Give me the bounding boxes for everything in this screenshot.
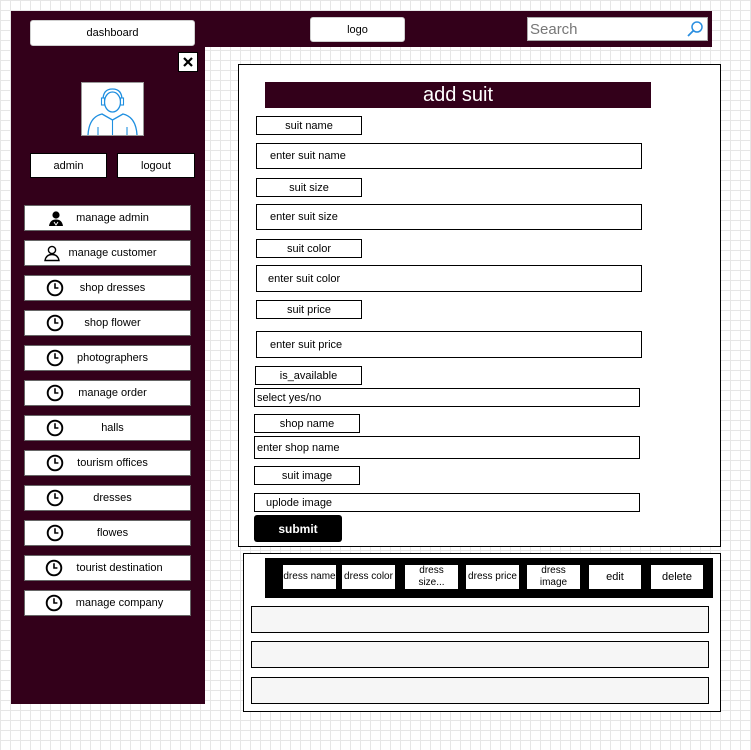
- user-icon: [44, 245, 60, 262]
- sidebar-item-halls[interactable]: halls: [24, 415, 191, 441]
- dashboard-button[interactable]: dashboard: [30, 20, 195, 46]
- suit-size-field[interactable]: enter suit size: [256, 204, 642, 230]
- clock-icon: [46, 489, 64, 507]
- suit-color-label: suit color: [256, 239, 362, 258]
- sidebar-item-manage-admin[interactable]: manage admin: [24, 205, 191, 231]
- submit-button[interactable]: submit: [254, 515, 342, 542]
- clock-icon: [46, 384, 64, 402]
- column-header-dress-size: dress size...: [405, 565, 458, 589]
- sidebar-item-label: manage customer: [68, 247, 157, 259]
- column-header-dress-color: dress color: [342, 565, 395, 589]
- clock-icon: [46, 524, 64, 542]
- column-header-delete: delete: [651, 565, 703, 589]
- suit-price-field[interactable]: enter suit price: [256, 331, 642, 358]
- sidebar-item-photographers[interactable]: photographers: [24, 345, 191, 371]
- clock-icon: [46, 349, 64, 367]
- suit-size-label: suit size: [256, 178, 362, 197]
- clock-icon: [45, 559, 63, 577]
- user-avatar-icon: [82, 83, 143, 136]
- user-icon: [49, 211, 63, 226]
- suit-color-field[interactable]: enter suit color: [256, 265, 642, 292]
- shop-name-label: shop name: [254, 414, 360, 433]
- is-available-select[interactable]: select yes/no: [254, 388, 640, 407]
- suit-price-label: suit price: [256, 300, 362, 319]
- shop-name-field[interactable]: enter shop name: [254, 436, 640, 459]
- suit-image-label: suit image: [254, 466, 360, 485]
- sidebar-item-label: manage order: [78, 387, 147, 399]
- avatar: [81, 82, 144, 136]
- sidebar-item-manage-customer[interactable]: manage customer: [24, 240, 191, 266]
- table-row[interactable]: [251, 641, 709, 668]
- sidebar-item-label: tourism offices: [77, 457, 148, 469]
- suit-name-label: suit name: [256, 116, 362, 135]
- sidebar-item-label: manage company: [75, 597, 164, 609]
- clock-icon: [46, 454, 64, 472]
- sidebar-item-shop-flower[interactable]: shop flower: [24, 310, 191, 336]
- search-icon[interactable]: [686, 20, 704, 38]
- clock-icon: [46, 314, 64, 332]
- sidebar-item-label: halls: [101, 422, 124, 434]
- column-header-dress-image: dress image: [527, 565, 580, 589]
- sidebar-item-flowes[interactable]: flowes: [24, 520, 191, 546]
- sidebar-item-tourist-destination[interactable]: tourist destination: [24, 555, 191, 581]
- form-title: add suit: [265, 82, 651, 108]
- sidebar-item-label: shop dresses: [79, 282, 146, 294]
- search-box: [527, 17, 708, 41]
- column-header-dress-price: dress price: [466, 565, 519, 589]
- sidebar-item-manage-company[interactable]: manage company: [24, 590, 191, 616]
- clock-icon: [46, 279, 64, 297]
- column-header-edit: edit: [589, 565, 641, 589]
- column-header-dress-name: dress name: [283, 565, 336, 589]
- admin-button[interactable]: admin: [30, 153, 107, 178]
- sidebar-item-tourism-offices[interactable]: tourism offices: [24, 450, 191, 476]
- upload-image-field[interactable]: uplode image: [254, 493, 640, 512]
- clock-icon: [45, 594, 63, 612]
- clock-icon: [46, 419, 64, 437]
- logout-button[interactable]: logout: [117, 153, 195, 178]
- sidebar-item-label: tourist destination: [76, 562, 163, 574]
- sidebar-item-label: dresses: [93, 492, 132, 504]
- table-row[interactable]: [251, 677, 709, 704]
- search-input[interactable]: [530, 19, 686, 39]
- sidebar-item-label: flowes: [96, 527, 129, 539]
- sidebar-item-label: shop flower: [84, 317, 141, 329]
- sidebar-item-label: photographers: [77, 352, 148, 364]
- suit-name-field[interactable]: enter suit name: [256, 143, 642, 169]
- is-available-label: is_available: [255, 366, 362, 385]
- logo: logo: [310, 17, 405, 42]
- sidebar-item-manage-order[interactable]: manage order: [24, 380, 191, 406]
- table-row[interactable]: [251, 606, 709, 633]
- close-icon[interactable]: [178, 52, 198, 72]
- sidebar-item-label: manage admin: [76, 212, 149, 224]
- sidebar-item-dresses[interactable]: dresses: [24, 485, 191, 511]
- sidebar-item-shop-dresses[interactable]: shop dresses: [24, 275, 191, 301]
